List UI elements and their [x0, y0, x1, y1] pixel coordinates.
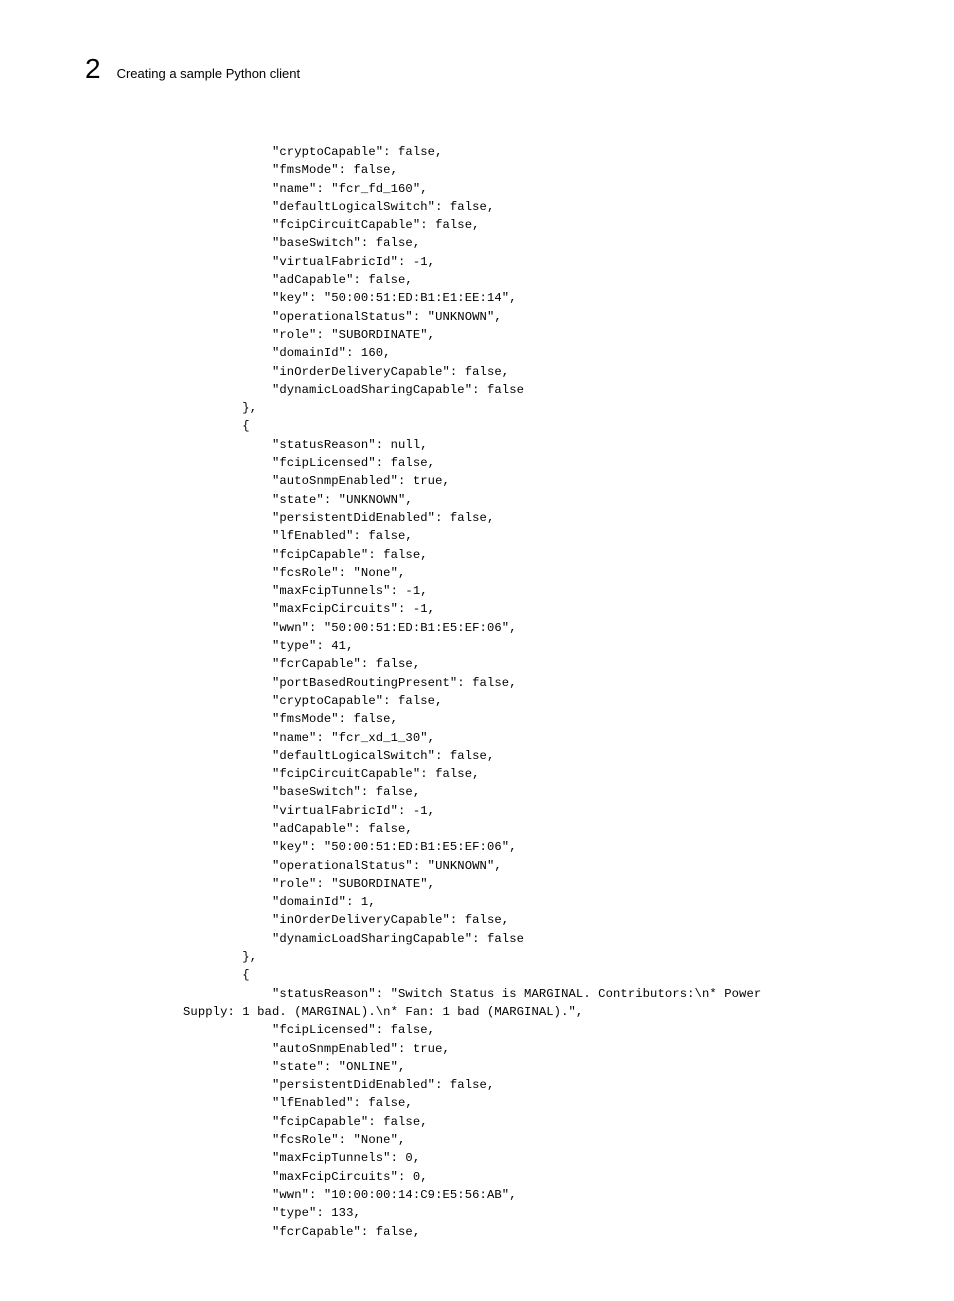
page-title: Creating a sample Python client — [117, 66, 301, 81]
code-listing: "cryptoCapable": false, "fmsMode": false… — [183, 143, 884, 1241]
page-container: 2 Creating a sample Python client "crypt… — [0, 0, 954, 1301]
chapter-number: 2 — [85, 55, 101, 83]
page-header: 2 Creating a sample Python client — [85, 55, 884, 83]
